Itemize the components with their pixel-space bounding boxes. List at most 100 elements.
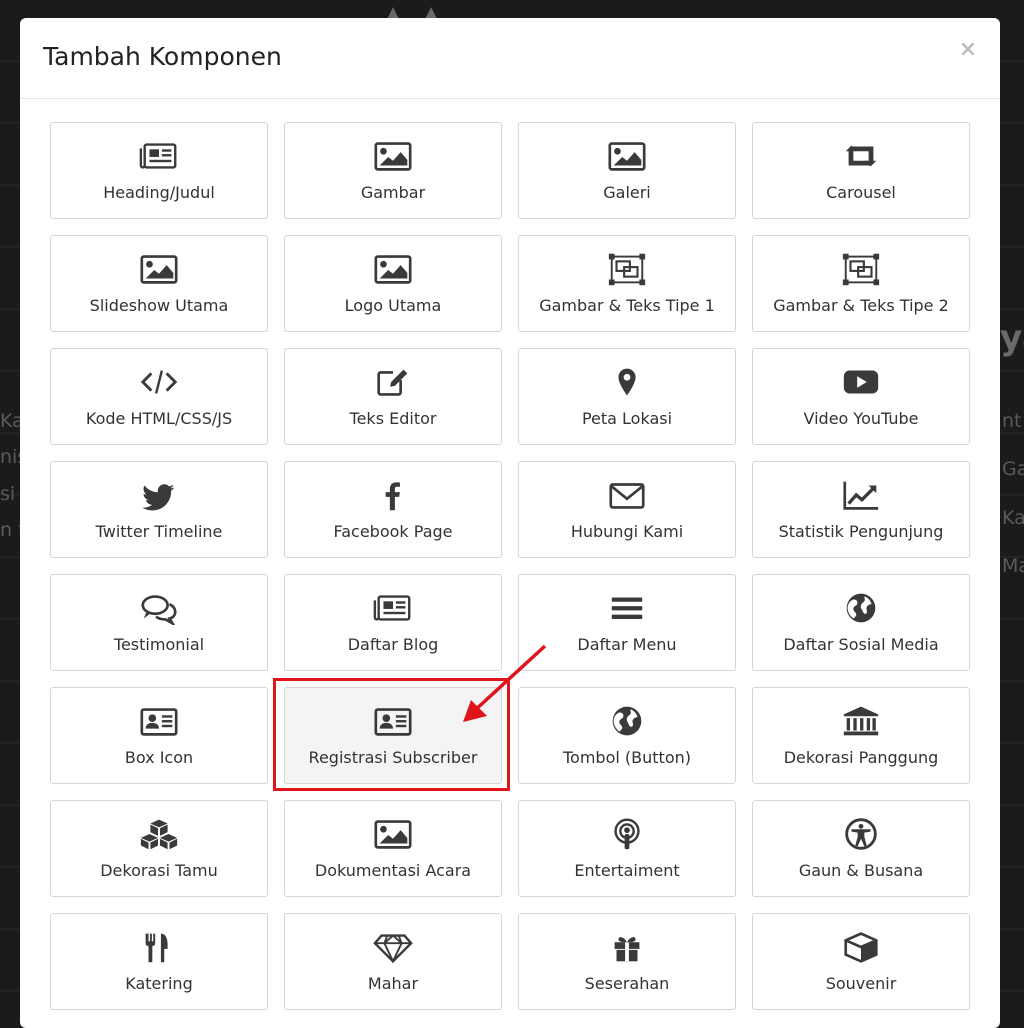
component-label: Gambar & Teks Tipe 2 — [773, 296, 949, 315]
component-tile[interactable]: Galeri — [518, 122, 736, 219]
component-label: Statistik Pengunjung — [778, 522, 944, 541]
component-tile[interactable]: Registrasi Subscriber — [284, 687, 502, 784]
component-label: Entertaiment — [574, 861, 680, 880]
background-text: Ga — [1002, 458, 1024, 480]
component-label: Dekorasi Panggung — [783, 748, 939, 767]
background-text: Ma — [1002, 555, 1024, 577]
object-group-icon — [605, 252, 649, 286]
component-label: Carousel — [826, 183, 896, 202]
component-tile[interactable]: Gambar & Teks Tipe 2 — [752, 235, 970, 332]
modal-header: Tambah Komponen × — [20, 18, 1000, 99]
component-tile[interactable]: Testimonial — [50, 574, 268, 671]
cutlery-icon — [137, 930, 181, 964]
close-button[interactable]: × — [958, 38, 978, 62]
youtube-icon — [839, 365, 883, 399]
image-icon — [371, 817, 415, 851]
edit-icon — [371, 365, 415, 399]
component-tile[interactable]: Twitter Timeline — [50, 461, 268, 558]
map-marker-icon — [605, 365, 649, 399]
component-tile[interactable]: Hubungi Kami — [518, 461, 736, 558]
image-icon — [371, 139, 415, 173]
component-tile[interactable]: Entertaiment — [518, 800, 736, 897]
cubes-icon — [137, 817, 181, 851]
component-tile[interactable]: Mahar — [284, 913, 502, 1010]
globe-icon — [605, 704, 649, 738]
component-label: Gaun & Busana — [798, 861, 924, 880]
component-tile[interactable]: Logo Utama — [284, 235, 502, 332]
background-text: nt — [1002, 410, 1022, 432]
globe-icon — [839, 591, 883, 625]
component-label: Galeri — [603, 183, 651, 202]
component-tile[interactable]: Seserahan — [518, 913, 736, 1010]
component-tile[interactable]: Daftar Menu — [518, 574, 736, 671]
address-card-icon — [371, 704, 415, 738]
background-text: Ka — [1002, 507, 1024, 529]
component-label: Katering — [125, 974, 193, 993]
component-tile[interactable]: Gaun & Busana — [752, 800, 970, 897]
component-label: Testimonial — [113, 635, 205, 654]
line-chart-icon — [839, 478, 883, 512]
component-label: Facebook Page — [333, 522, 453, 541]
component-tile[interactable]: Statistik Pengunjung — [752, 461, 970, 558]
component-tile[interactable]: Carousel — [752, 122, 970, 219]
component-tile[interactable]: Tombol (Button) — [518, 687, 736, 784]
component-tile[interactable]: Daftar Sosial Media — [752, 574, 970, 671]
component-label: Daftar Blog — [347, 635, 439, 654]
code-icon — [137, 365, 181, 399]
component-tile[interactable]: Teks Editor — [284, 348, 502, 445]
component-tile[interactable]: Dekorasi Panggung — [752, 687, 970, 784]
component-label: Souvenir — [825, 974, 897, 993]
component-grid: Heading/Judul Gambar Galeri Carousel Slidesh… — [50, 122, 970, 1010]
newspaper-icon — [137, 139, 181, 173]
component-label: Seserahan — [584, 974, 670, 993]
image-icon — [137, 252, 181, 286]
component-label: Hubungi Kami — [570, 522, 684, 541]
component-label: Video YouTube — [803, 409, 919, 428]
facebook-icon — [371, 478, 415, 512]
component-label: Peta Lokasi — [581, 409, 673, 428]
background-heading: ya — [1000, 318, 1024, 358]
bank-icon — [839, 704, 883, 738]
component-label: Registrasi Subscriber — [308, 748, 478, 767]
component-label: Heading/Judul — [103, 183, 215, 202]
component-tile[interactable]: Kode HTML/CSS/JS — [50, 348, 268, 445]
component-tile[interactable]: Dokumentasi Acara — [284, 800, 502, 897]
component-tile[interactable]: Gambar — [284, 122, 502, 219]
podcast-icon — [605, 817, 649, 851]
envelope-icon — [605, 478, 649, 512]
bars-icon — [605, 591, 649, 625]
image-icon — [605, 139, 649, 173]
twitter-icon — [137, 478, 181, 512]
component-tile[interactable]: Slideshow Utama — [50, 235, 268, 332]
component-tile[interactable]: Heading/Judul — [50, 122, 268, 219]
component-label: Twitter Timeline — [95, 522, 223, 541]
diamond-icon — [371, 930, 415, 964]
component-tile[interactable]: Box Icon — [50, 687, 268, 784]
modal-title: Tambah Komponen — [43, 42, 282, 71]
component-tile[interactable]: Video YouTube — [752, 348, 970, 445]
cube-icon — [839, 930, 883, 964]
component-tile[interactable]: Dekorasi Tamu — [50, 800, 268, 897]
component-label: Kode HTML/CSS/JS — [85, 409, 233, 428]
component-label: Slideshow Utama — [89, 296, 229, 315]
component-tile[interactable]: Souvenir — [752, 913, 970, 1010]
component-label: Box Icon — [124, 748, 194, 767]
component-label: Gambar & Teks Tipe 1 — [539, 296, 715, 315]
image-icon — [371, 252, 415, 286]
component-label: Daftar Sosial Media — [783, 635, 939, 654]
newspaper-icon — [371, 591, 415, 625]
component-label: Teks Editor — [349, 409, 437, 428]
retweet-icon — [839, 139, 883, 173]
address-card-icon — [137, 704, 181, 738]
component-tile[interactable]: Gambar & Teks Tipe 1 — [518, 235, 736, 332]
component-tile[interactable]: Peta Lokasi — [518, 348, 736, 445]
component-tile[interactable]: Daftar Blog — [284, 574, 502, 671]
component-label: Logo Utama — [344, 296, 442, 315]
component-label: Dokumentasi Acara — [314, 861, 472, 880]
component-tile[interactable]: Katering — [50, 913, 268, 1010]
universal-access-icon — [839, 817, 883, 851]
component-tile[interactable]: Facebook Page — [284, 461, 502, 558]
component-label: Gambar — [360, 183, 426, 202]
component-label: Daftar Menu — [577, 635, 677, 654]
component-label: Tombol (Button) — [563, 748, 691, 767]
